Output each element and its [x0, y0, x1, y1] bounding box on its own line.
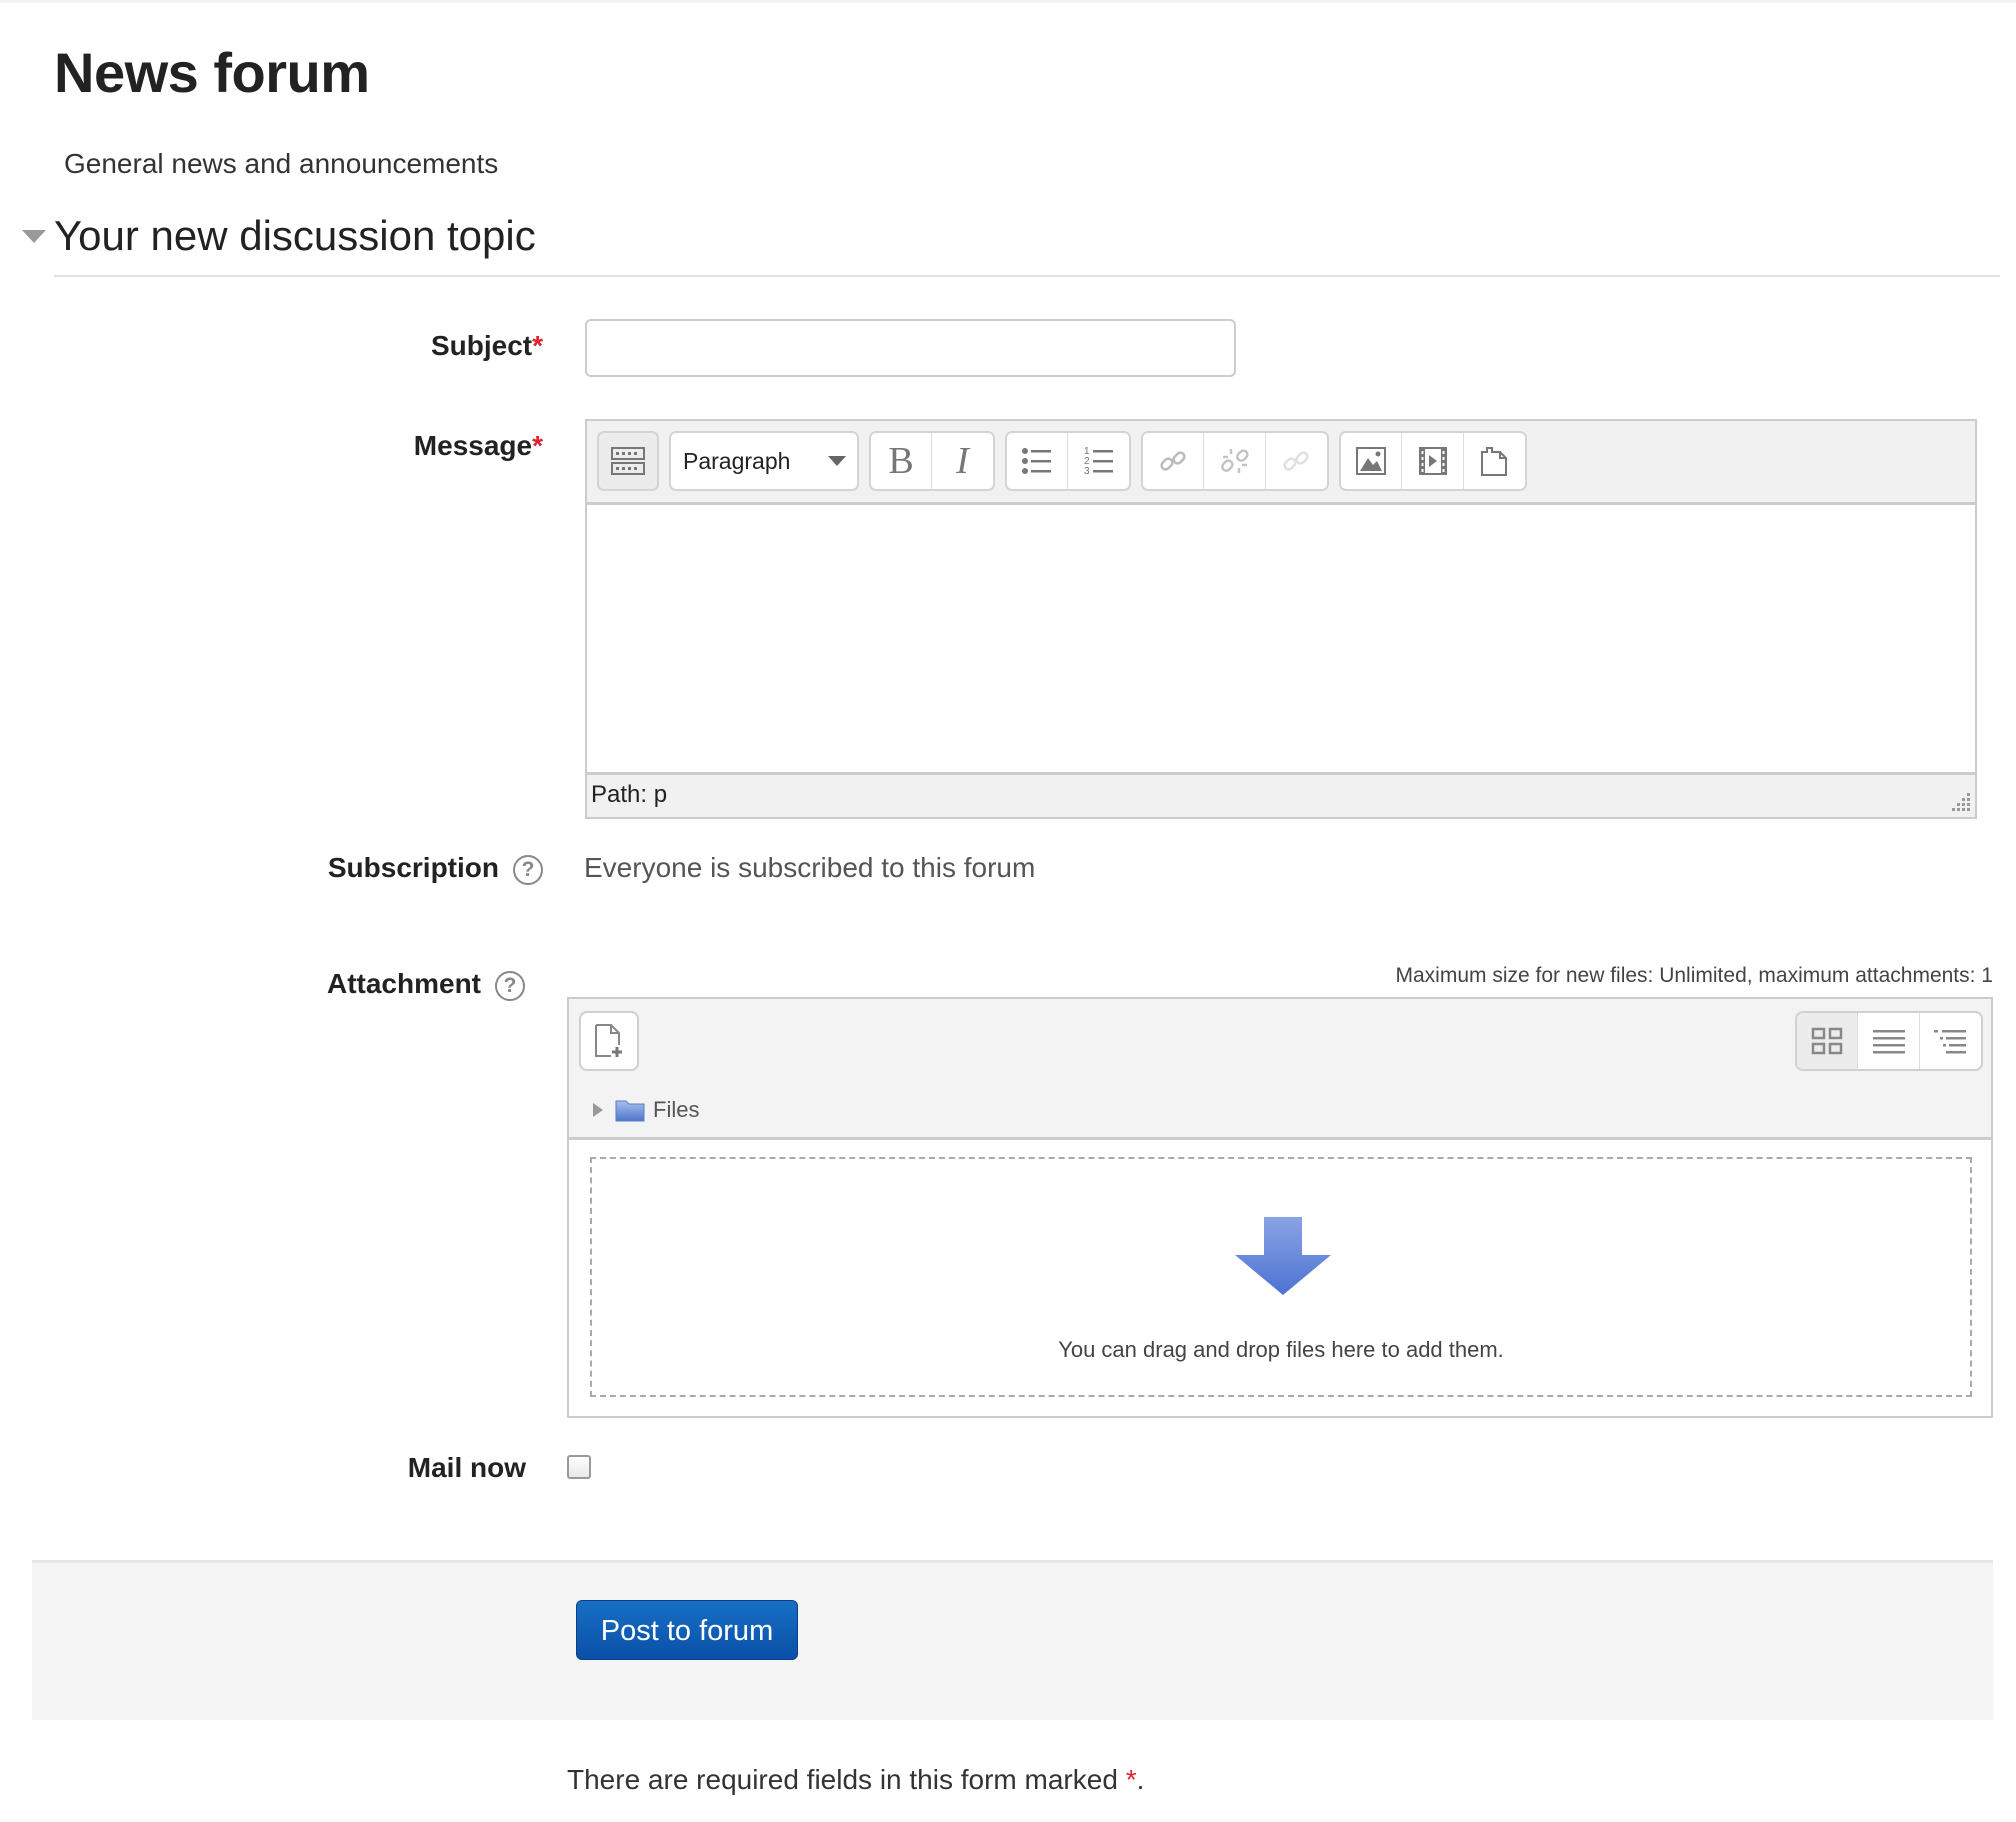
drop-arrow-icon	[1235, 1217, 1331, 1295]
tree-view-icon	[1934, 1030, 1967, 1054]
image-icon	[1356, 447, 1387, 475]
files-folder-row[interactable]: Files	[569, 1082, 1991, 1140]
add-file-icon	[595, 1024, 622, 1057]
resize-handle-icon[interactable]	[1947, 789, 1973, 815]
bullet-list-icon	[1022, 448, 1051, 474]
help-icon[interactable]: ?	[495, 970, 525, 1001]
link-icon	[1160, 451, 1186, 471]
link-button[interactable]	[1143, 433, 1205, 489]
drop-zone-text: You can drag and drop files here to add …	[1058, 1337, 1504, 1362]
format-select-value: Paragraph	[683, 447, 791, 474]
required-note-text: There are required fields in this form m…	[567, 1764, 1126, 1795]
anchor-button[interactable]	[1266, 433, 1327, 489]
help-icon[interactable]: ?	[513, 854, 543, 885]
format-select[interactable]: Paragraph	[669, 431, 859, 491]
grid-view-icon	[1811, 1027, 1843, 1055]
text-style-group: B I	[869, 431, 995, 491]
forum-description: General news and announcements	[64, 148, 499, 179]
path-label: Path:	[591, 781, 648, 808]
folder-label: Files	[653, 1096, 700, 1122]
file-picker: Files You can drag and drop files here t…	[567, 997, 1993, 1418]
toolbar-toggle-group	[597, 431, 659, 491]
required-marker: *	[1125, 1764, 1137, 1795]
subscription-label-text: Subscription	[327, 852, 499, 883]
attachment-label-text: Attachment	[326, 968, 481, 999]
required-marker: *	[532, 430, 543, 461]
bold-button[interactable]: B	[871, 433, 933, 489]
media-icon	[1418, 447, 1447, 475]
chevron-down-icon	[817, 433, 857, 489]
manage-files-icon	[1481, 447, 1508, 476]
subject-label: Subject*	[431, 330, 543, 362]
subject-label-text: Subject	[430, 330, 533, 361]
list-view-icon	[1872, 1030, 1905, 1054]
bullet-list-button[interactable]	[1007, 433, 1069, 489]
required-marker: *	[532, 330, 543, 361]
view-mode-group	[1795, 1011, 1983, 1071]
folder-icon	[615, 1100, 645, 1121]
unlink-icon	[1220, 449, 1249, 473]
unlink-button[interactable]	[1204, 433, 1266, 489]
attachment-limits: Maximum size for new files: Unlimited, m…	[1395, 964, 1993, 987]
view-tree-button[interactable]	[1920, 1013, 1981, 1069]
image-button[interactable]	[1341, 433, 1403, 489]
subscription-value: Everyone is subscribed to this forum	[584, 852, 1036, 883]
subject-input[interactable]	[585, 319, 1236, 377]
form-buttons-bar	[32, 1560, 1993, 1720]
view-list-button[interactable]	[1858, 1013, 1920, 1069]
toolbar-toggle-button[interactable]	[599, 433, 657, 489]
required-fields-note: There are required fields in this form m…	[567, 1764, 1144, 1796]
file-picker-toolbar	[569, 999, 1991, 1085]
path-element[interactable]: p	[654, 781, 667, 808]
italic-icon: I	[956, 440, 969, 482]
message-editor: Paragraph B I 123 Path: p	[585, 419, 1977, 819]
bold-icon: B	[888, 440, 914, 482]
media-group	[1339, 431, 1527, 491]
collapse-triangle-icon[interactable]	[22, 230, 46, 243]
message-label: Message*	[414, 430, 543, 462]
italic-button[interactable]: I	[932, 433, 993, 489]
post-to-forum-button[interactable]: Post to forum	[576, 1600, 798, 1660]
link-group	[1141, 431, 1329, 491]
subscription-label: Subscription?	[328, 852, 543, 885]
message-label-text: Message	[413, 430, 533, 461]
toolbar-toggle-icon	[611, 447, 645, 475]
top-border	[0, 0, 2016, 3]
mail-now-label: Mail now	[407, 1452, 526, 1483]
list-group: 123	[1005, 431, 1131, 491]
add-file-button[interactable]	[579, 1011, 639, 1071]
manage-files-button[interactable]	[1464, 433, 1525, 489]
editor-path-bar: Path: p	[587, 772, 1975, 817]
expand-triangle-icon[interactable]	[593, 1102, 603, 1117]
svg-text:3: 3	[1084, 466, 1090, 477]
required-note-period: .	[1136, 1764, 1145, 1795]
file-drop-zone[interactable]: You can drag and drop files here to add …	[590, 1157, 1972, 1397]
view-icons-button[interactable]	[1797, 1013, 1859, 1069]
section-divider	[54, 275, 2000, 277]
page-title: News forum	[54, 41, 370, 104]
media-button[interactable]	[1402, 433, 1464, 489]
editor-toolbar: Paragraph B I 123	[587, 421, 1975, 505]
numbered-list-button[interactable]: 123	[1068, 433, 1129, 489]
anchor-icon	[1283, 451, 1310, 471]
numbered-list-icon: 123	[1084, 446, 1113, 477]
mail-now-checkbox[interactable]	[567, 1455, 591, 1479]
section-legend[interactable]: Your new discussion topic	[54, 212, 536, 260]
attachment-label: Attachment?	[327, 968, 525, 1001]
